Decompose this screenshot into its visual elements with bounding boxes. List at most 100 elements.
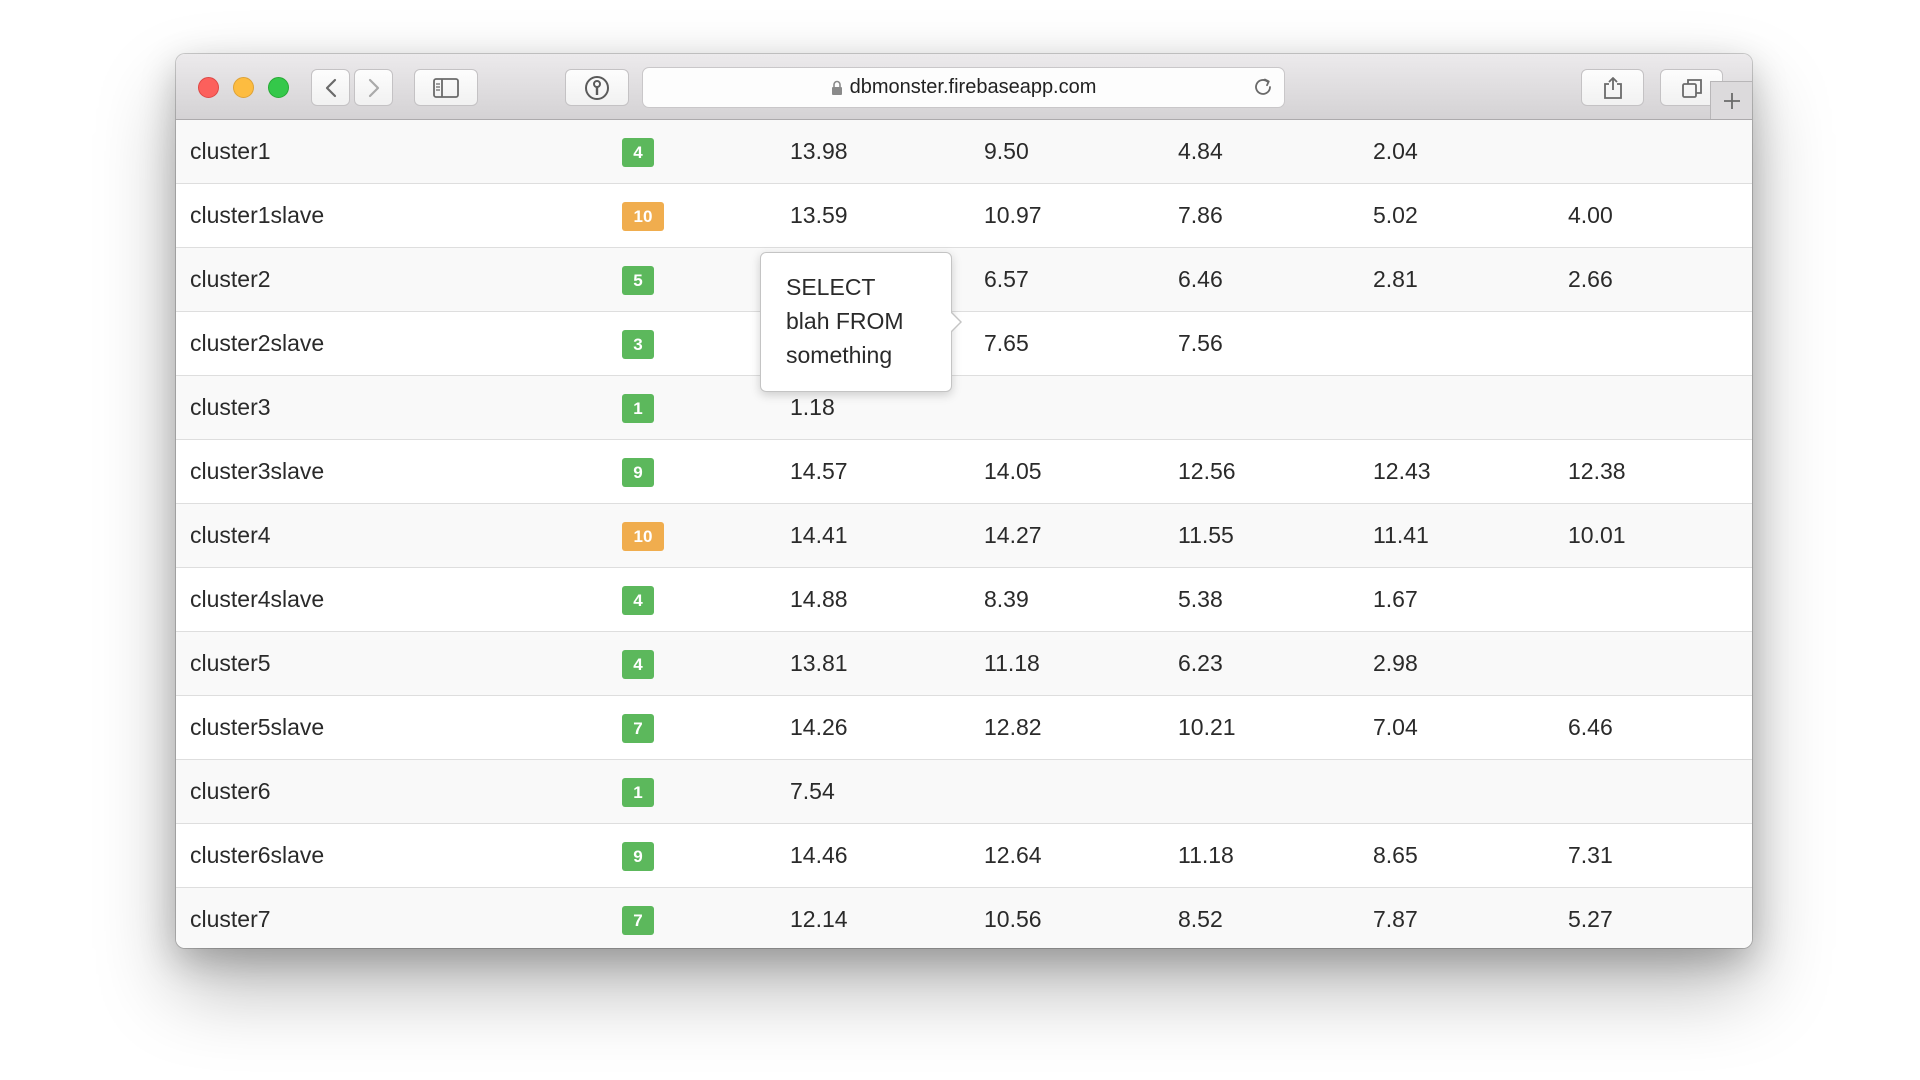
forward-button[interactable] <box>354 69 393 106</box>
query-elapsed-cell[interactable]: 6.46 <box>1178 248 1223 311</box>
cluster-name: cluster3slave <box>190 458 325 484</box>
query-elapsed-cell[interactable]: 2.66 <box>1568 248 1613 311</box>
query-elapsed-cell[interactable]: 6.46 <box>1568 696 1613 759</box>
query-elapsed-cell[interactable]: 12.38 <box>1568 440 1626 503</box>
query-elapsed-cell[interactable]: 10.56 <box>984 888 1042 948</box>
query-elapsed-cell[interactable]: 2.81 <box>1373 248 1418 311</box>
zoom-window-button[interactable] <box>268 77 289 98</box>
query-elapsed-cell[interactable]: 5.27 <box>1568 888 1613 948</box>
table-row: cluster1 4 13.98 9.50 4.84 2.04 <box>176 120 1752 184</box>
address-bar[interactable]: dbmonster.firebaseapp.com <box>642 67 1285 108</box>
query-elapsed-cell[interactable]: 8.65 <box>1373 824 1418 887</box>
query-elapsed-cell[interactable]: 12.14 <box>790 888 848 948</box>
query-elapsed-cell[interactable]: 12.64 <box>984 824 1042 887</box>
reload-icon[interactable] <box>1252 76 1274 103</box>
share-button[interactable] <box>1581 69 1644 106</box>
password-icon <box>585 75 609 100</box>
table-row: cluster2slave 3 7.65 7.56 <box>176 312 1752 376</box>
query-elapsed-cell[interactable]: 12.43 <box>1373 440 1431 503</box>
table-row: cluster1slave 10 13.59 10.97 7.86 5.02 4.00 <box>176 184 1752 248</box>
table-row: cluster6slave 9 14.46 12.64 11.18 8.65 7.31 <box>176 824 1752 888</box>
query-elapsed-cell[interactable]: 7.56 <box>1178 312 1223 375</box>
query-elapsed-cell[interactable]: 11.41 <box>1373 504 1429 567</box>
popover-line: SELECT <box>786 274 876 300</box>
query-elapsed-cell[interactable]: 6.57 <box>984 248 1029 311</box>
table-row: cluster4 10 14.41 14.27 11.55 11.41 10.01 <box>176 504 1752 568</box>
query-elapsed-cell[interactable]: 14.46 <box>790 824 848 887</box>
query-count-badge: 3 <box>622 330 654 359</box>
new-tab-button[interactable] <box>1710 81 1752 119</box>
cluster-name: cluster2 <box>190 266 271 292</box>
query-elapsed-cell[interactable]: 2.04 <box>1373 120 1418 183</box>
browser-window: dbmonster.firebaseapp.com cluster1 4 13.98… <box>176 54 1752 948</box>
query-elapsed-cell[interactable]: 11.18 <box>1178 824 1234 887</box>
back-button[interactable] <box>311 69 350 106</box>
minimize-window-button[interactable] <box>233 77 254 98</box>
query-elapsed-cell[interactable]: 8.52 <box>1178 888 1223 948</box>
cluster-name: cluster6 <box>190 778 271 804</box>
query-elapsed-cell[interactable]: 2.98 <box>1373 632 1418 695</box>
query-elapsed-cell[interactable]: 9.50 <box>984 120 1029 183</box>
cluster-name: cluster1 <box>190 138 271 164</box>
query-count-badge: 1 <box>622 778 654 807</box>
query-elapsed-cell[interactable]: 7.54 <box>790 760 835 823</box>
query-count-badge: 10 <box>622 202 664 231</box>
query-elapsed-cell[interactable]: 7.87 <box>1373 888 1418 948</box>
address-url: dbmonster.firebaseapp.com <box>849 76 1097 98</box>
query-elapsed-cell[interactable]: 13.59 <box>790 184 848 247</box>
query-elapsed-cell[interactable]: 7.65 <box>984 312 1029 375</box>
query-count-badge: 4 <box>622 586 654 615</box>
table-row: cluster2 5 6.57 6.46 2.81 2.66 <box>176 248 1752 312</box>
cluster-name: cluster3 <box>190 394 271 420</box>
query-elapsed-cell[interactable]: 14.05 <box>984 440 1042 503</box>
share-icon <box>1603 76 1622 99</box>
cluster-name: cluster5slave <box>190 714 325 740</box>
query-elapsed-cell[interactable]: 4.00 <box>1568 184 1613 247</box>
query-count-badge: 1 <box>622 394 654 423</box>
sidebar-button[interactable] <box>414 69 478 106</box>
tabs-icon <box>1681 78 1702 98</box>
back-icon <box>325 78 336 97</box>
table-row: cluster3slave 9 14.57 14.05 12.56 12.43 12.38 <box>176 440 1752 504</box>
popover-line: something <box>786 342 893 368</box>
query-elapsed-cell[interactable]: 7.31 <box>1568 824 1613 887</box>
query-elapsed-cell[interactable]: 6.23 <box>1178 632 1223 695</box>
query-count-badge: 10 <box>622 522 664 551</box>
cluster-name: cluster4slave <box>190 586 325 612</box>
query-elapsed-cell[interactable]: 4.84 <box>1178 120 1223 183</box>
query-popover: SELECT blah FROM something <box>760 252 962 392</box>
query-elapsed-cell[interactable]: 7.86 <box>1178 184 1223 247</box>
query-elapsed-cell[interactable]: 7.04 <box>1373 696 1418 759</box>
query-elapsed-cell[interactable]: 5.02 <box>1373 184 1418 247</box>
query-elapsed-cell[interactable]: 14.27 <box>984 504 1042 567</box>
query-count-badge: 9 <box>622 458 654 487</box>
query-elapsed-cell[interactable]: 13.81 <box>790 632 848 695</box>
query-count-badge: 5 <box>622 266 654 295</box>
query-elapsed-cell[interactable]: 14.26 <box>790 696 848 759</box>
cluster-name: cluster2slave <box>190 330 325 356</box>
close-window-button[interactable] <box>198 77 219 98</box>
query-elapsed-cell[interactable]: 1.67 <box>1373 568 1418 631</box>
query-elapsed-cell[interactable]: 11.55 <box>1178 504 1234 567</box>
query-elapsed-cell[interactable]: 5.38 <box>1178 568 1223 631</box>
table-row: cluster3 1 1.18 <box>176 376 1752 440</box>
query-count-badge: 9 <box>622 842 654 871</box>
query-elapsed-cell[interactable]: 12.56 <box>1178 440 1236 503</box>
query-elapsed-cell[interactable]: 13.98 <box>790 120 848 183</box>
browser-toolbar: dbmonster.firebaseapp.com <box>176 54 1752 120</box>
table-row: cluster6 1 7.54 <box>176 760 1752 824</box>
cluster-name: cluster5 <box>190 650 271 676</box>
password-button[interactable] <box>565 69 629 106</box>
query-elapsed-cell[interactable]: 11.18 <box>984 632 1040 695</box>
query-elapsed-cell[interactable]: 14.41 <box>790 504 848 567</box>
query-count-badge: 4 <box>622 138 654 167</box>
query-elapsed-cell[interactable]: 8.39 <box>984 568 1029 631</box>
query-elapsed-cell[interactable]: 10.97 <box>984 184 1042 247</box>
query-elapsed-cell[interactable]: 10.21 <box>1178 696 1236 759</box>
query-elapsed-cell[interactable]: 14.88 <box>790 568 848 631</box>
query-elapsed-cell[interactable]: 14.57 <box>790 440 848 503</box>
query-elapsed-cell[interactable]: 10.01 <box>1568 504 1626 567</box>
table-row: cluster4slave 4 14.88 8.39 5.38 1.67 <box>176 568 1752 632</box>
sidebar-icon <box>433 77 459 98</box>
query-elapsed-cell[interactable]: 12.82 <box>984 696 1042 759</box>
